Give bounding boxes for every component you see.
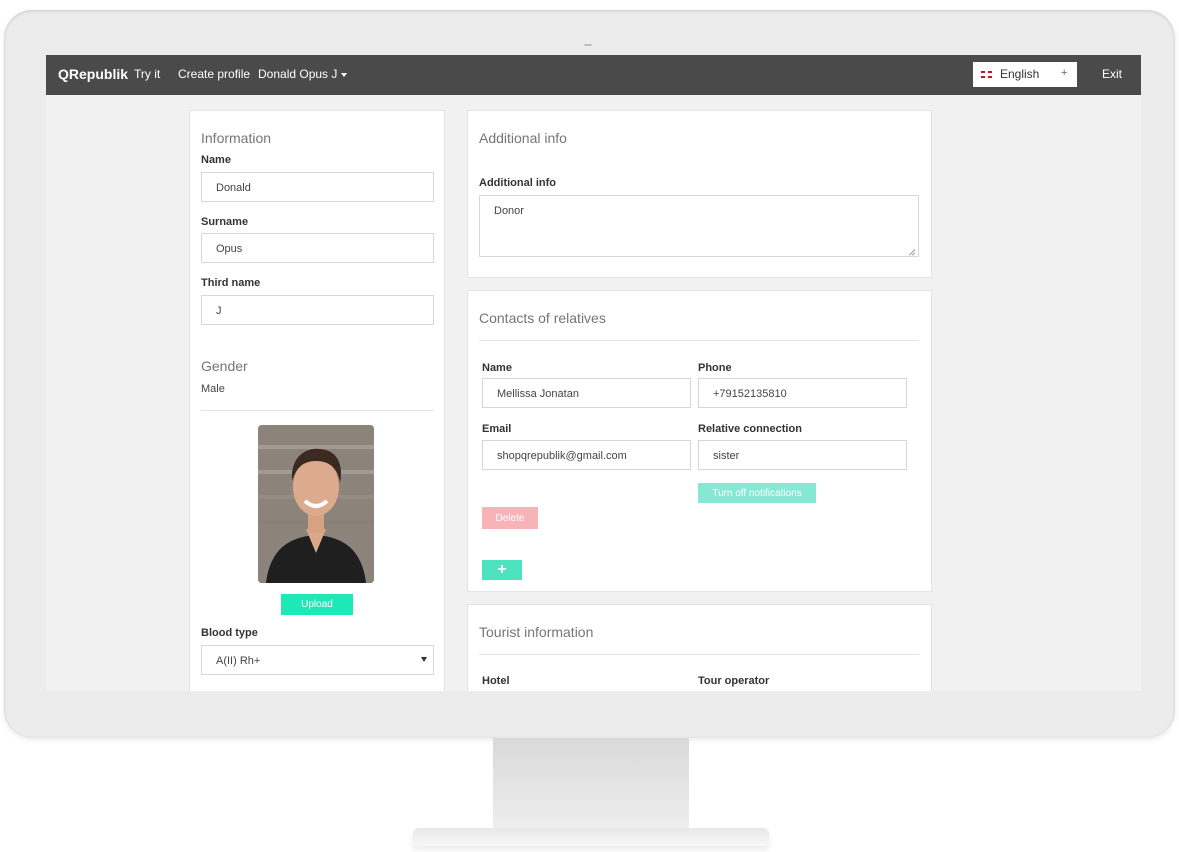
uk-flag-icon [981,71,992,78]
user-menu[interactable]: Donald Opus J [258,67,348,81]
turn-off-notifications-button[interactable]: Turn off notifications [698,483,816,503]
tourist-divider [479,654,919,655]
tourist-card: Tourist information Hotel Tour operator [467,604,932,691]
relative-phone-input[interactable]: +79152135810 [698,378,907,408]
additional-info-title: Additional info [479,130,567,146]
third-name-input[interactable]: J [201,295,434,325]
additional-info-card: Additional info Additional info Donor [467,110,932,278]
language-select[interactable]: English + [973,62,1077,87]
relative-connection-label: Relative connection [698,423,802,435]
relative-connection-input[interactable]: sister [698,440,907,470]
relative-name-label: Name [482,362,512,374]
third-name-label: Third name [201,277,261,289]
additional-info-textarea[interactable]: Donor [479,195,919,257]
additional-info-value: Donor [494,205,524,217]
information-card: Information Name Donald Surname Opus Thi… [189,110,445,691]
webcam-icon [584,44,592,46]
relatives-card: Contacts of relatives Name Mellissa Jona… [467,290,932,592]
name-input[interactable]: Donald [201,172,434,202]
nav-try-it[interactable]: Try it [134,67,160,81]
exit-link[interactable]: Exit [1102,67,1122,81]
select-arrow-icon [421,657,427,662]
user-menu-label: Donald Opus J [258,67,338,81]
language-arrow-icon: + [1061,67,1068,79]
hotel-label: Hotel [482,675,510,687]
profile-photo-image [258,425,374,583]
gender-divider [201,410,434,411]
relative-email-input[interactable]: shopqrepublik@gmail.com [482,440,691,470]
monitor-stand-base [413,828,769,846]
language-label: English [1000,67,1040,81]
relative-phone-label: Phone [698,362,732,374]
resize-handle-icon[interactable] [907,245,915,253]
profile-photo [258,425,374,583]
gender-title: Gender [201,358,248,374]
add-relative-button[interactable]: + [482,560,522,580]
tourist-title: Tourist information [479,624,594,640]
relative-email-label: Email [482,423,512,435]
surname-input[interactable]: Opus [201,233,434,263]
brand-logo[interactable]: QRepublik [58,66,128,82]
delete-relative-button[interactable]: Delete [482,507,538,529]
information-title: Information [201,130,272,146]
blood-type-value: A(II) Rh+ [216,655,261,667]
additional-info-label: Additional info [479,177,556,189]
relatives-title: Contacts of relatives [479,310,606,326]
surname-label: Surname [201,216,249,228]
chevron-down-icon [341,72,348,77]
upload-button[interactable]: Upload [281,594,353,615]
blood-type-select[interactable]: A(II) Rh+ [201,645,434,675]
nav-create-profile[interactable]: Create profile [178,67,250,81]
tour-operator-label: Tour operator [698,675,770,687]
name-label: Name [201,154,231,166]
monitor-stand-neck [493,738,689,834]
top-navbar: QRepublik Try it Create profile Donald O… [46,55,1141,95]
relatives-divider [479,340,919,341]
relative-name-input[interactable]: Mellissa Jonatan [482,378,691,408]
blood-type-label: Blood type [201,627,258,639]
gender-value: Male [201,383,225,395]
app-screen: QRepublik Try it Create profile Donald O… [46,55,1141,691]
